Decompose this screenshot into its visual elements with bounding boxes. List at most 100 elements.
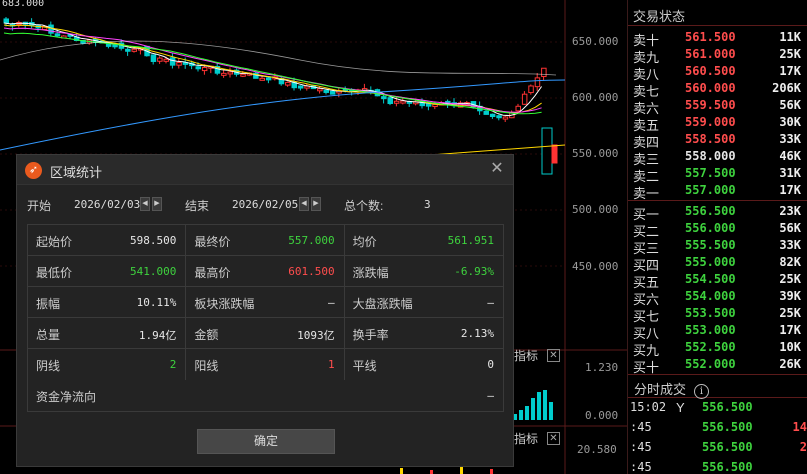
candle: [400, 100, 406, 104]
start-next-button[interactable]: ▶: [152, 197, 162, 211]
sell-row[interactable]: 卖七 560.000 206K: [628, 80, 807, 99]
app-logo-icon: ➶: [25, 162, 42, 179]
top-price-label: 683.000: [2, 0, 45, 9]
buy-volume: 39K: [779, 289, 801, 303]
fund-flow-row: 资金净流向 –: [28, 380, 503, 411]
indicator-label[interactable]: 指标: [514, 347, 538, 364]
candle: [381, 96, 387, 100]
buy-price: 552.500: [685, 340, 736, 354]
candle: [425, 103, 432, 107]
stat-value: 10.11%: [136, 296, 177, 309]
sell-volume: 17K: [779, 183, 801, 197]
stat-cell: 总量 1.94亿: [28, 318, 187, 348]
buy-row[interactable]: 买八 553.000 17K: [628, 322, 807, 341]
buy-price: 553.000: [685, 323, 736, 337]
candle: [502, 116, 509, 120]
price-tick: 450.000: [572, 260, 619, 273]
buy-row[interactable]: 买六 554.000 39K: [628, 288, 807, 307]
buy-price: 554.500: [685, 272, 736, 286]
stat-label: 最高价: [194, 266, 231, 280]
candle: [496, 115, 502, 119]
candle: [387, 97, 393, 104]
candle: [176, 62, 182, 66]
end-date[interactable]: 2026/02/05: [232, 198, 298, 211]
trade-time: :45: [630, 420, 652, 434]
sell-row[interactable]: 卖十 561.500 11K: [628, 29, 807, 48]
dialog-titlebar[interactable]: ➶ 区域统计 ✕: [17, 155, 513, 185]
sell-orders: 卖十 561.500 11K 卖九 561.000 25K 卖八 560.500 17K 卖七 56…: [628, 26, 807, 201]
sell-volume: 56K: [779, 98, 801, 112]
start-prev-button[interactable]: ◀: [140, 197, 150, 211]
sell-price: 557.500: [685, 166, 736, 180]
stat-label: 金额: [194, 328, 219, 342]
candle: [259, 77, 265, 81]
stat-cell: 板块涨跌幅 –: [186, 287, 345, 317]
stats-row: 最低价 541.000 最高价 601.500 涨跌幅 -6.93%: [28, 256, 503, 287]
dialog-title: 区域统计: [50, 165, 103, 180]
stat-cell: 阳线 1: [186, 349, 345, 380]
indicator-close-icon[interactable]: ✕: [547, 432, 560, 445]
stat-cell: 起始价 598.500: [28, 225, 187, 255]
buy-volume: 17K: [779, 323, 801, 337]
candle: [265, 77, 272, 81]
trades-header: 分时成交 i: [628, 374, 807, 399]
sell-row[interactable]: 卖四 558.500 33K: [628, 131, 807, 150]
buy-row[interactable]: 买七 553.500 25K: [628, 305, 807, 324]
stat-value: 541.000: [129, 265, 177, 278]
buy-orders: 买一 556.500 23K 买二 556.000 56K 买三 555.500 33K 买四 55…: [628, 203, 807, 375]
sell-row[interactable]: 卖三 558.000 46K: [628, 148, 807, 167]
stat-label: 最低价: [36, 266, 73, 280]
buy-row[interactable]: 买十 552.000 26K: [628, 356, 807, 375]
buy-row[interactable]: 买四 555.000 82K: [628, 254, 807, 273]
sell-row[interactable]: 卖九 561.000 25K: [628, 46, 807, 65]
candle: [297, 85, 304, 89]
fund-flow-value: –: [487, 389, 494, 402]
end-label: 结束: [185, 199, 210, 213]
start-label: 开始: [27, 199, 52, 213]
sell-volume: 17K: [779, 64, 801, 78]
sell-row[interactable]: 卖五 559.000 30K: [628, 114, 807, 133]
sell-price: 559.500: [685, 98, 736, 112]
close-icon[interactable]: ✕: [489, 160, 505, 178]
buy-price: 555.500: [685, 238, 736, 252]
trade-row: :45 556.500: [628, 458, 807, 474]
sell-row[interactable]: 卖一 557.000 17K: [628, 182, 807, 201]
sell-row[interactable]: 卖二 557.500 31K: [628, 165, 807, 184]
candle: [54, 33, 61, 37]
start-date[interactable]: 2026/02/03: [74, 198, 140, 211]
candle: [240, 73, 246, 77]
sell-price: 560.000: [685, 81, 736, 95]
ok-button[interactable]: 确定: [197, 429, 335, 454]
stat-label: 均价: [352, 235, 377, 249]
buy-price: 556.500: [685, 204, 736, 218]
buy-price: 556.000: [685, 221, 736, 235]
candle: [201, 67, 208, 72]
buy-row[interactable]: 买一 556.500 23K: [628, 203, 807, 222]
trade-time: :45: [630, 440, 652, 454]
sell-row[interactable]: 卖六 559.500 56K: [628, 97, 807, 116]
indicator-label[interactable]: 指标: [514, 430, 538, 447]
end-prev-button[interactable]: ◀: [299, 197, 309, 211]
stat-label: 换手率: [352, 328, 389, 342]
buy-row[interactable]: 买五 554.500 25K: [628, 271, 807, 290]
sell-price: 561.500: [685, 30, 736, 44]
indicator-bar: [519, 410, 523, 420]
stat-label: 板块涨跌幅: [194, 297, 255, 311]
stat-label: 平线: [352, 359, 377, 373]
fund-flow-label: 资金净流向: [36, 390, 97, 404]
info-icon[interactable]: i: [694, 384, 710, 399]
end-next-button[interactable]: ▶: [311, 197, 321, 211]
buy-volume: 56K: [779, 221, 801, 235]
stat-value: 0: [487, 358, 494, 371]
buy-row[interactable]: 买九 552.500 10K: [628, 339, 807, 358]
sell-row[interactable]: 卖八 560.500 17K: [628, 63, 807, 82]
stat-cell: 涨跌幅 -6.93%: [345, 256, 503, 286]
buy-row[interactable]: 买二 556.000 56K: [628, 220, 807, 239]
indicator-close-icon[interactable]: ✕: [547, 349, 560, 362]
stats-row: 起始价 598.500 最终价 557.000 均价 561.951: [28, 225, 503, 256]
sell-volume: 46K: [779, 149, 801, 163]
buy-row[interactable]: 买三 555.500 33K: [628, 237, 807, 256]
stat-label: 涨跌幅: [352, 266, 389, 280]
sell-price: 560.500: [685, 64, 736, 78]
stat-cell: 均价 561.951: [345, 225, 503, 255]
